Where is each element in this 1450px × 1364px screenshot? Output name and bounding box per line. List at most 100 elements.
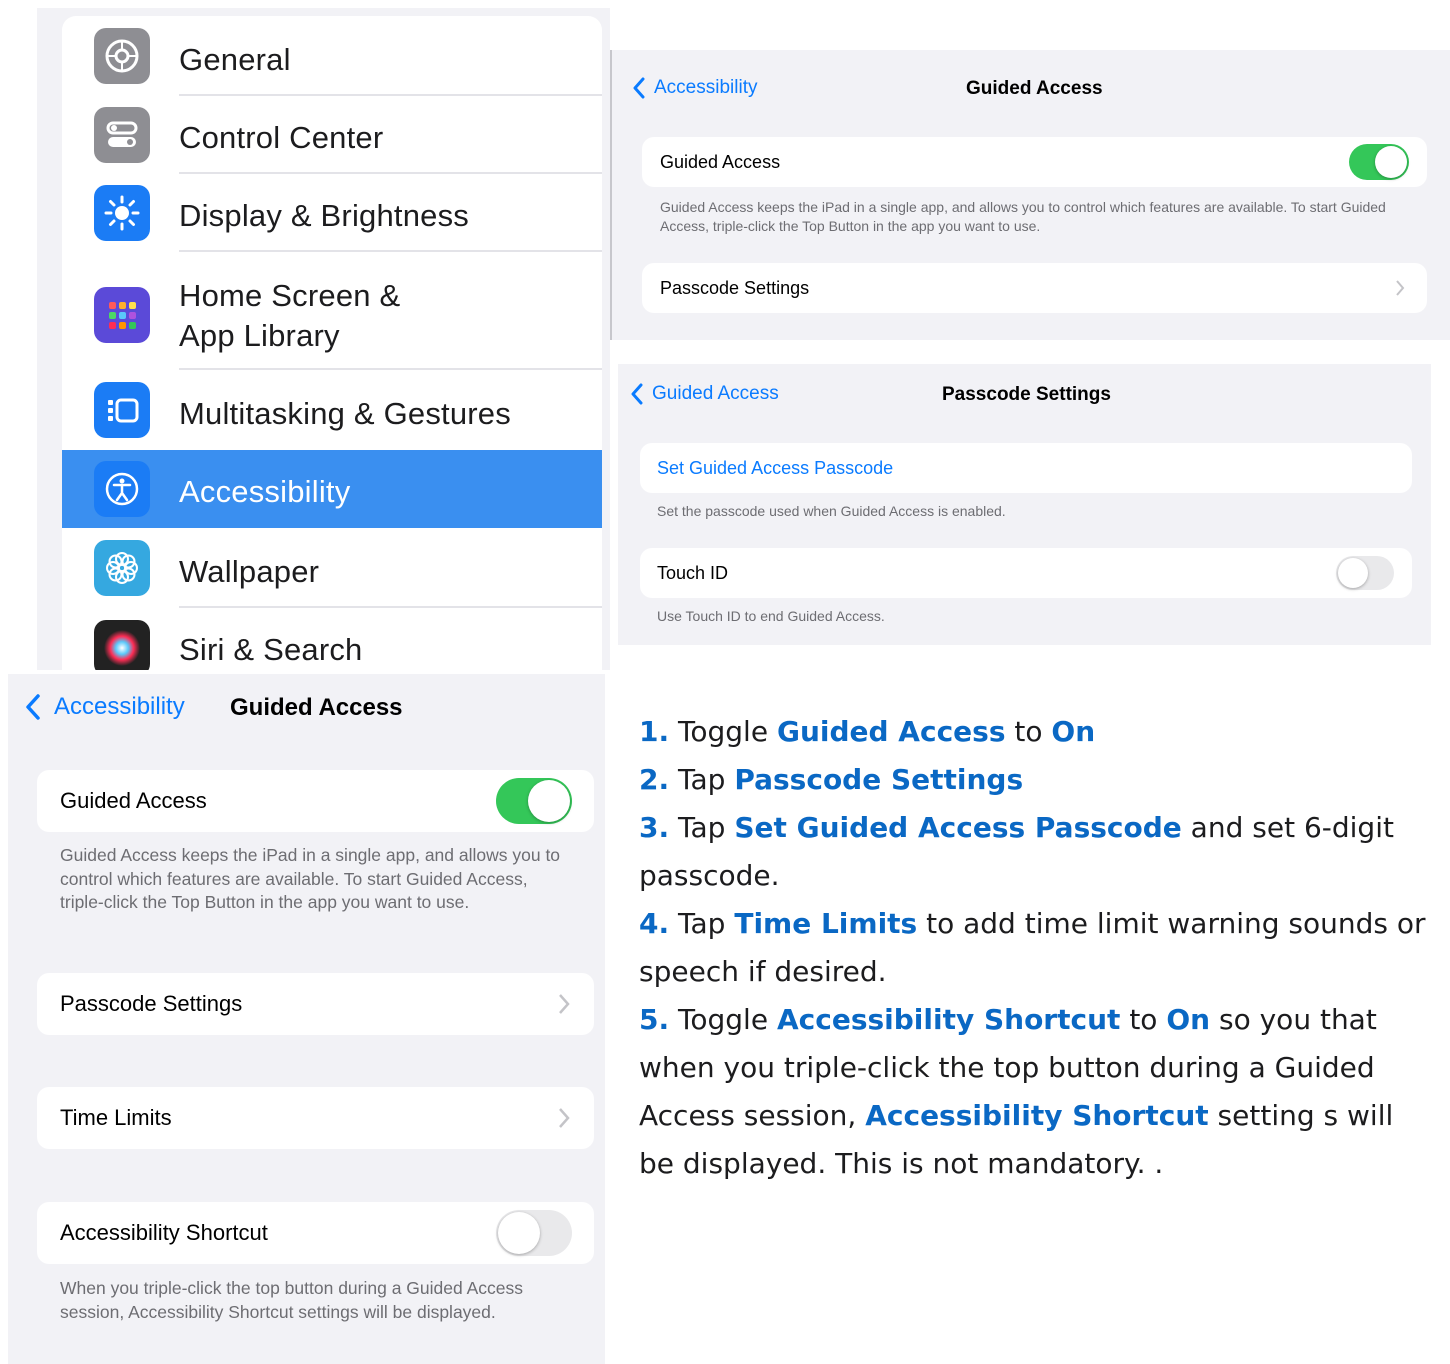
toggles-icon: [94, 107, 150, 163]
label-line-1: Home Screen &: [179, 278, 401, 313]
touch-id-note: Use Touch ID to end Guided Access.: [657, 608, 885, 624]
sidebar-item-accessibility[interactable]: Accessibility: [62, 450, 602, 528]
row-label: Accessibility Shortcut: [60, 1220, 268, 1245]
guided-access-row: Guided Access: [37, 770, 594, 832]
chevron-left-icon: [633, 77, 645, 99]
sidebar-item-display-brightness[interactable]: Display & Brightness: [62, 174, 602, 252]
step-highlight: Accessibility Shortcut: [865, 1099, 1209, 1132]
back-button[interactable]: Guided Access: [630, 382, 779, 406]
sidebar-item-control-center[interactable]: Control Center: [62, 96, 602, 174]
gear-icon: [94, 28, 150, 84]
guided-access-description: Guided Access keeps the iPad in a single…: [60, 845, 561, 912]
toggle-knob: [528, 780, 570, 822]
touch-id-row: Touch ID: [640, 548, 1412, 598]
row-label: Guided Access: [660, 152, 781, 172]
sidebar-item-multitasking[interactable]: Multitasking & Gestures: [62, 370, 602, 450]
step-number: 4.: [639, 907, 670, 940]
step-4: 4. Tap Time Limits to add time limit war…: [639, 900, 1429, 996]
back-button[interactable]: Accessibility: [632, 76, 757, 100]
guided-access-description: Guided Access keeps the iPad in a single…: [660, 199, 1386, 234]
step-1: 1. Toggle Guided Access to On: [639, 708, 1429, 756]
chevron-left-icon: [631, 383, 643, 405]
toggle-knob: [1338, 558, 1368, 588]
row-label: Time Limits: [60, 1105, 172, 1130]
label-line-2: App Library: [179, 318, 340, 353]
sidebar-item-label: Display & Brightness: [179, 198, 470, 233]
step-number: 2.: [639, 763, 670, 796]
step-text: Tap: [678, 811, 735, 844]
back-button[interactable]: Accessibility: [24, 692, 185, 722]
step-highlight: On: [1166, 1003, 1211, 1036]
step-text: Tap: [678, 763, 735, 796]
step-highlight: Set Guided Access Passcode: [734, 811, 1182, 844]
row-label: Passcode Settings: [60, 991, 243, 1016]
guided-access-screen-small: Accessibility Guided Access Guided Acces…: [610, 50, 1450, 340]
page-title: Guided Access: [230, 694, 403, 721]
step-5: 5. Toggle Accessibility Shortcut to On s…: [639, 996, 1429, 1188]
settings-list: General Control Center Display & Brightn…: [62, 16, 602, 670]
guided-access-toggle[interactable]: [496, 778, 572, 824]
sidebar-item-label: Control Center: [179, 120, 384, 155]
step-text: Toggle: [678, 1003, 777, 1036]
instructions: 1. Toggle Guided Access to On 2. Tap Pas…: [639, 708, 1429, 1188]
touch-id-toggle[interactable]: [1336, 556, 1394, 590]
step-text: Tap: [678, 907, 735, 940]
step-highlight: Passcode Settings: [734, 763, 1024, 796]
sidebar-item-home-screen[interactable]: Home Screen & App Library: [62, 252, 602, 370]
step-text: Toggle: [678, 715, 777, 748]
back-label: Accessibility: [54, 693, 185, 720]
passcode-settings-screen: Guided Access Passcode Settings Set Guid…: [618, 364, 1431, 645]
chevron-right-icon: [559, 994, 570, 1014]
toggle-knob: [1375, 146, 1407, 178]
row-label: Passcode Settings: [660, 278, 810, 298]
flower-icon: [94, 540, 150, 596]
chevron-right-icon: [1396, 280, 1405, 296]
step-highlight: On: [1051, 715, 1096, 748]
accessibility-shortcut-toggle[interactable]: [496, 1210, 572, 1256]
guided-access-toggle[interactable]: [1349, 144, 1409, 180]
row-label: Guided Access: [60, 788, 207, 813]
sidebar-item-siri-search[interactable]: Siri & Search: [62, 608, 602, 670]
passcode-settings-row[interactable]: Passcode Settings: [37, 973, 594, 1035]
step-number: 5.: [639, 1003, 670, 1036]
step-text: to: [1005, 715, 1052, 748]
accessibility-icon: [94, 461, 150, 517]
step-highlight: Time Limits: [734, 907, 918, 940]
step-highlight: Accessibility Shortcut: [776, 1003, 1121, 1036]
time-limits-row[interactable]: Time Limits: [37, 1087, 594, 1149]
guided-access-screen-large: Accessibility Guided Access Guided Acces…: [8, 674, 605, 1364]
page-title: Passcode Settings: [942, 384, 1111, 405]
sidebar-item-label: Wallpaper: [179, 554, 320, 589]
set-passcode-link[interactable]: Set Guided Access Passcode: [657, 458, 893, 479]
step-3: 3. Tap Set Guided Access Passcode and se…: [639, 804, 1429, 900]
toggle-knob: [498, 1212, 540, 1254]
sidebar-item-general[interactable]: General: [62, 16, 602, 96]
set-passcode-row[interactable]: Set Guided Access Passcode: [640, 443, 1412, 493]
page-title: Guided Access: [966, 78, 1103, 99]
set-passcode-note: Set the passcode used when Guided Access…: [657, 503, 1006, 519]
chevron-left-icon: [26, 694, 40, 720]
step-number: 3.: [639, 811, 670, 844]
sidebar-item-wallpaper[interactable]: Wallpaper: [62, 528, 602, 608]
step-number: 1.: [639, 715, 670, 748]
sidebar-item-label: Accessibility: [179, 474, 351, 509]
multitasking-icon: [94, 382, 150, 438]
sidebar-item-label: Siri & Search: [179, 632, 363, 667]
app-grid-icon: [94, 287, 150, 343]
sun-icon: [94, 185, 150, 241]
sidebar-item-label: Multitasking & Gestures: [179, 396, 511, 431]
chevron-right-icon: [559, 1108, 570, 1128]
step-2: 2. Tap Passcode Settings: [639, 756, 1429, 804]
sidebar-item-label: General: [179, 42, 291, 77]
passcode-settings-row[interactable]: Passcode Settings: [642, 263, 1427, 313]
siri-icon: [94, 620, 150, 670]
row-label: Touch ID: [657, 563, 729, 583]
sidebar-item-label: Home Screen & App Library: [179, 276, 400, 356]
settings-sidebar-screenshot: General Control Center Display & Brightn…: [37, 8, 610, 670]
back-label: Accessibility: [654, 77, 758, 98]
accessibility-shortcut-row: Accessibility Shortcut: [37, 1202, 594, 1264]
guided-access-row: Guided Access: [642, 137, 1427, 187]
accessibility-shortcut-note: When you triple-click the top button dur…: [60, 1278, 524, 1322]
step-highlight: Guided Access: [776, 715, 1006, 748]
step-text: to: [1120, 1003, 1167, 1036]
